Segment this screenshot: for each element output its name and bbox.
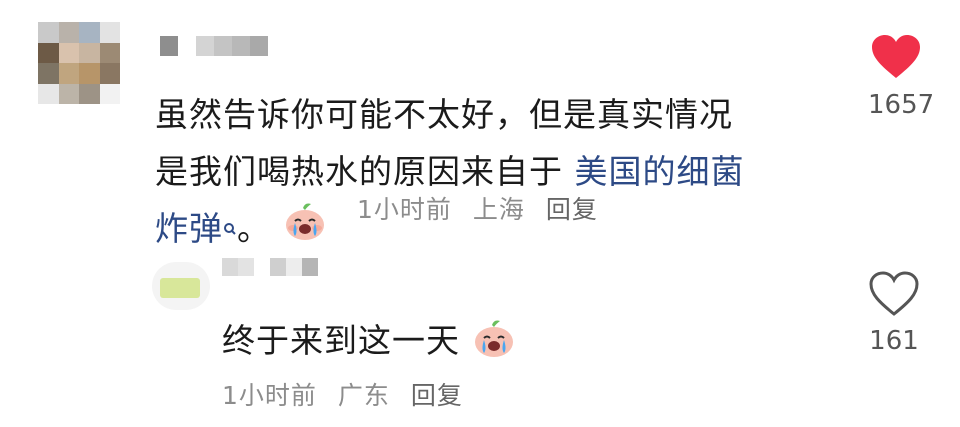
comment-location: 上海 <box>472 195 525 224</box>
reply-button[interactable]: 回复 <box>546 195 598 224</box>
comment-text: 虽然告诉你可能不太好，但是真实情况 是我们喝热水的原因来自于 美国的细菌 炸弹 … <box>155 86 815 261</box>
replier-avatar[interactable] <box>152 262 210 310</box>
avatar-image-redacted <box>160 278 200 298</box>
commenter-avatar[interactable] <box>38 22 120 104</box>
reply-text-content: 终于来到这一天 <box>222 321 460 360</box>
comment-meta: 1小时前 上海 回复 <box>357 190 598 226</box>
comment-end-punctuation: 。 <box>237 209 271 248</box>
comment-text-line-1: 虽然告诉你可能不太好，但是真实情况 <box>155 95 733 134</box>
commenter-username-redacted[interactable] <box>160 36 268 56</box>
like-button[interactable]: 1657 <box>868 34 935 120</box>
comment-time: 1小时前 <box>357 195 452 224</box>
search-icon[interactable] <box>223 204 237 261</box>
search-link-part2[interactable]: 炸弹 <box>155 209 223 248</box>
reply-like-button[interactable]: 161 <box>862 270 926 356</box>
like-count: 1657 <box>868 90 935 120</box>
reply-reply-button[interactable]: 回复 <box>411 381 463 410</box>
comment-text-plain: 是我们喝热水的原因来自于 <box>155 152 563 191</box>
reply-meta: 1小时前 广东 回复 <box>222 376 463 412</box>
heart-outline-icon[interactable] <box>867 271 921 322</box>
crying-peach-emoji <box>283 202 327 259</box>
replier-username-redacted[interactable] <box>222 258 318 276</box>
reply-location: 广东 <box>337 381 390 410</box>
reply-time: 1小时前 <box>222 381 317 410</box>
reply-like-count: 161 <box>869 326 919 356</box>
crying-peach-emoji <box>472 319 516 367</box>
search-link-part1[interactable]: 美国的细菌 <box>575 152 745 191</box>
reply-text: 终于来到这一天 <box>222 314 516 367</box>
heart-filled-icon[interactable] <box>870 35 922 84</box>
